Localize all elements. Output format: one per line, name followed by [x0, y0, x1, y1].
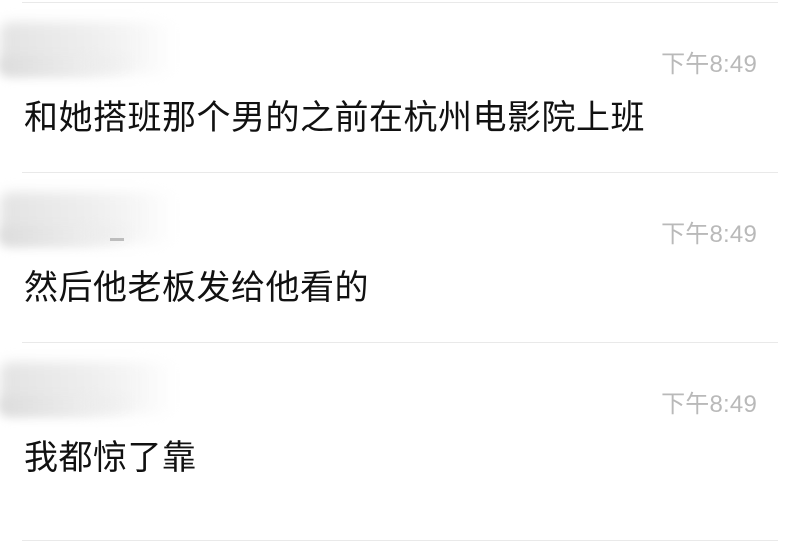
divider [22, 342, 778, 343]
divider [22, 2, 778, 3]
divider [22, 540, 778, 541]
chat-message[interactable]: 下午8:49 和她搭班那个男的之前在杭州电影院上班 [0, 22, 800, 192]
divider [22, 172, 778, 173]
message-timestamp: 下午8:49 [661, 51, 757, 78]
message-timestamp: 下午8:49 [661, 221, 757, 248]
sender-name-redacted [0, 226, 135, 246]
sender-name-redacted [0, 56, 135, 76]
message-timestamp: 下午8:49 [661, 391, 757, 418]
message-text: 我都惊了靠 [24, 438, 197, 478]
sender-name-fragment [110, 238, 124, 241]
chat-message-list: 下午8:49 和她搭班那个男的之前在杭州电影院上班 下午8:49 然后他老板发给… [0, 0, 800, 546]
message-text: 和她搭班那个男的之前在杭州电影院上班 [24, 98, 645, 138]
message-text: 然后他老板发给他看的 [24, 268, 369, 308]
sender-name-redacted [0, 396, 135, 416]
chat-message[interactable]: 下午8:49 我都惊了靠 [0, 362, 800, 532]
chat-message[interactable]: 下午8:49 然后他老板发给他看的 [0, 192, 800, 362]
